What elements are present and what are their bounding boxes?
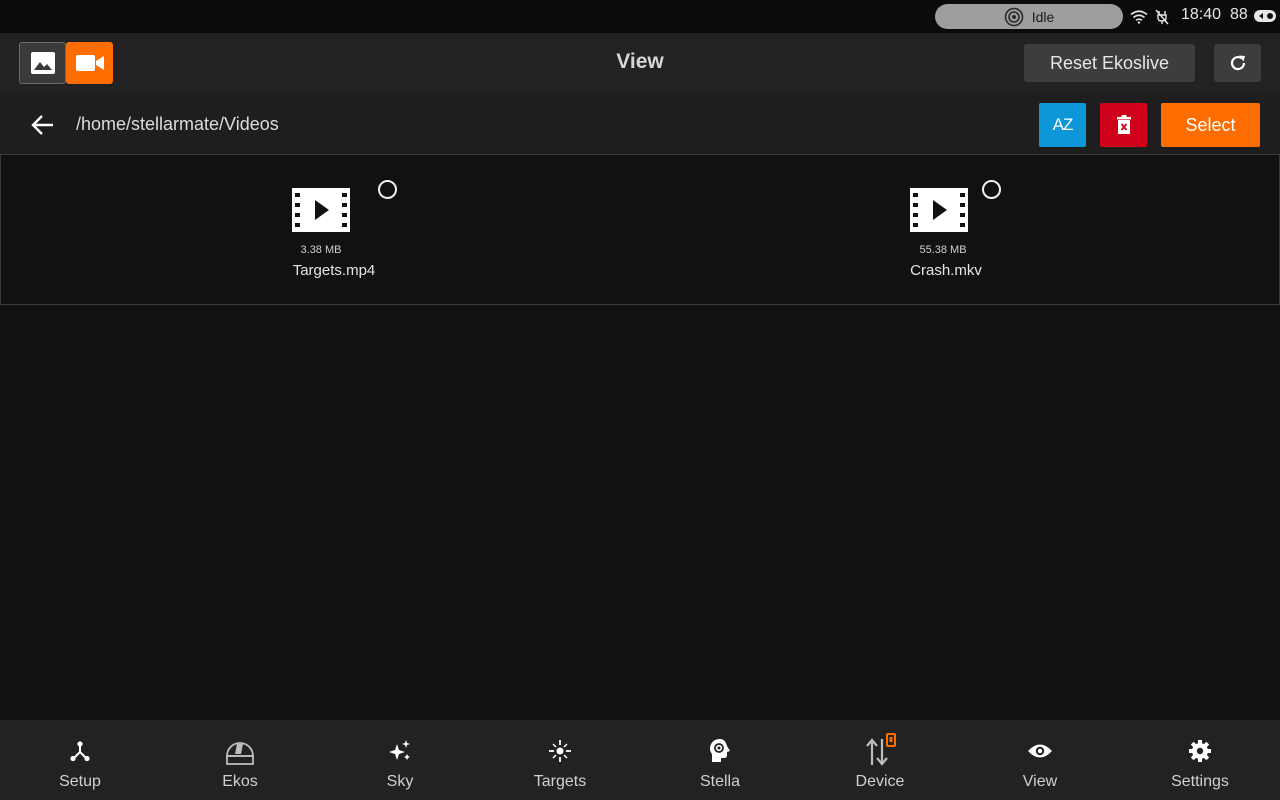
trash-icon <box>1116 115 1131 134</box>
no-charging-icon <box>1155 9 1169 25</box>
photo-mode-button[interactable] <box>19 42 66 84</box>
eye-icon <box>1028 744 1052 758</box>
app-root: Idle 18:40 88 View Reset Ekoslive /home/… <box>0 0 1280 800</box>
nav-label: Setup <box>59 773 101 790</box>
nav-stella[interactable]: Stella <box>640 720 800 800</box>
video-camera-icon <box>75 55 104 71</box>
status-pill[interactable]: Idle <box>935 4 1123 29</box>
status-text: Idle <box>1031 8 1055 25</box>
current-path: /home/stellarmate/Videos <box>76 114 279 134</box>
gear-icon <box>1189 740 1211 762</box>
video-file-icon <box>910 188 968 232</box>
wifi-icon <box>1130 10 1148 24</box>
nav-ekos[interactable]: Ekos <box>160 720 320 800</box>
nav-device[interactable]: Device <box>800 720 960 800</box>
reset-ekoslive-button[interactable]: Reset Ekoslive <box>1024 44 1195 82</box>
device-transfer-icon <box>866 733 896 766</box>
status-target-icon <box>1004 7 1024 26</box>
file-tile[interactable]: 3.38 MB Targets.mp4 <box>234 155 434 305</box>
clock: 18:40 <box>1181 6 1222 23</box>
nav-setup[interactable]: Setup <box>0 720 160 800</box>
nav-view[interactable]: View <box>960 720 1120 800</box>
sort-az-icon: AZ <box>1052 115 1074 134</box>
nav-label: Sky <box>386 773 414 790</box>
ai-head-icon <box>710 739 730 762</box>
file-size: 3.38 MB <box>300 244 342 256</box>
nav-sky[interactable]: Sky <box>320 720 480 800</box>
app-bar: View Reset Ekoslive <box>0 33 1280 94</box>
image-icon <box>30 52 55 74</box>
sort-button[interactable]: AZ <box>1039 103 1086 147</box>
usb-cable-icon <box>1254 10 1276 22</box>
refresh-button[interactable] <box>1214 44 1261 82</box>
nav-label: Device <box>855 773 905 790</box>
video-file-icon <box>292 188 350 232</box>
nav-label: Targets <box>533 773 587 790</box>
arrow-left-icon <box>31 115 53 135</box>
battery-level: 88 <box>1230 6 1248 23</box>
refresh-icon <box>1230 55 1245 71</box>
observatory-dome-icon <box>226 742 254 765</box>
select-button[interactable]: Select <box>1161 103 1260 147</box>
status-icons <box>1130 6 1170 28</box>
back-button[interactable] <box>28 110 58 140</box>
nav-targets[interactable]: Targets <box>480 720 640 800</box>
file-grid: 3.38 MB Targets.mp4 55.38 MB Crash.mkv <box>0 154 1280 305</box>
bottom-nav: Setup Ekos Sky Targets Stella Device Vie… <box>0 720 1280 800</box>
status-bar: Idle 18:40 88 <box>0 0 1280 33</box>
nav-label: View <box>1022 773 1058 790</box>
nav-label: Ekos <box>222 773 258 790</box>
path-bar: /home/stellarmate/Videos AZ Select <box>0 94 1280 154</box>
file-tile[interactable]: 55.38 MB Crash.mkv <box>852 155 1052 305</box>
file-select-radio[interactable] <box>982 180 1001 199</box>
delete-button[interactable] <box>1100 103 1147 147</box>
setup-icon <box>70 741 90 762</box>
sparkles-icon <box>389 740 410 760</box>
nav-label: Settings <box>1171 773 1229 790</box>
nav-label: Stella <box>699 773 741 790</box>
page-title: View <box>616 50 664 73</box>
video-mode-button[interactable] <box>66 42 113 84</box>
nav-settings[interactable]: Settings <box>1120 720 1280 800</box>
file-name: Crash.mkv <box>910 262 982 279</box>
target-crosshair-icon <box>549 740 571 762</box>
file-name: Targets.mp4 <box>292 262 376 279</box>
file-size: 55.38 MB <box>919 244 967 256</box>
file-select-radio[interactable] <box>378 180 397 199</box>
